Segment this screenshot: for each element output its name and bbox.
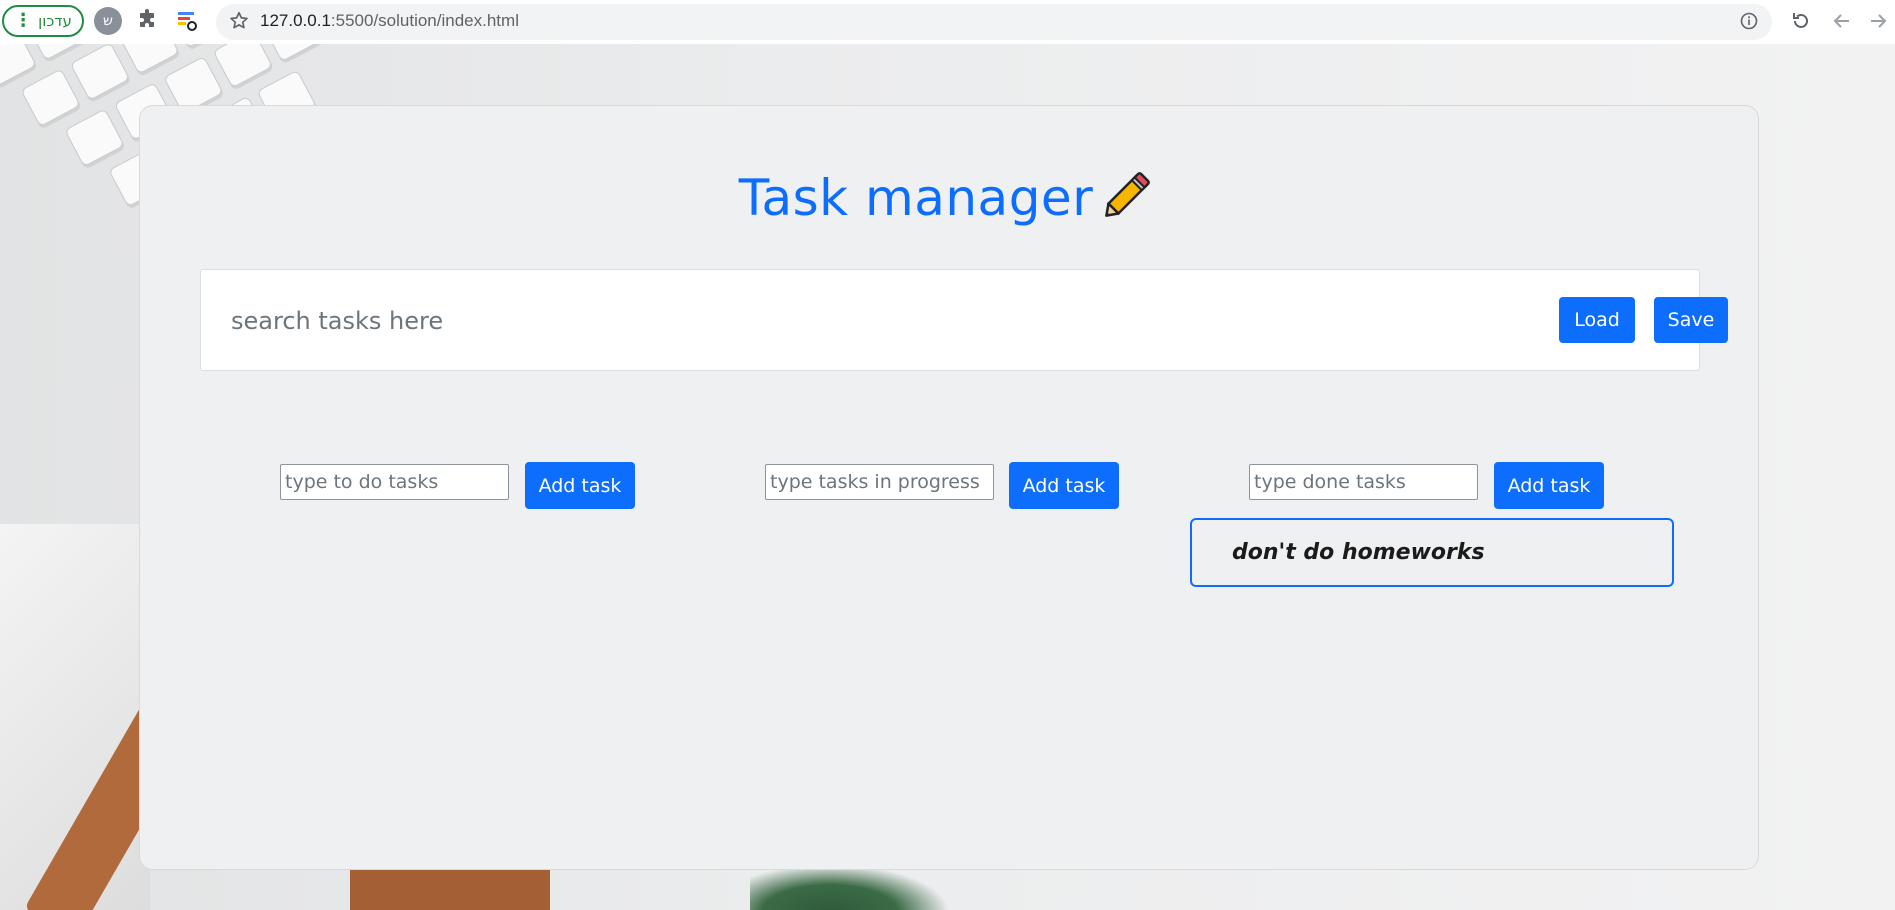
- update-label: עדכון: [38, 12, 72, 30]
- clipboard-bottom-decoration: [350, 864, 550, 910]
- update-button[interactable]: ⋮ עדכון: [2, 5, 84, 37]
- add-in-progress-button[interactable]: Add task: [1009, 462, 1119, 509]
- extension-icon[interactable]: [175, 9, 199, 33]
- search-bar: Load Save: [200, 269, 1728, 371]
- info-icon[interactable]: [1739, 11, 1759, 31]
- page-title: Task manager: [140, 161, 1760, 227]
- url-text: 127.0.0.1:5500/solution/index.html: [260, 11, 519, 31]
- search-input[interactable]: [231, 294, 1431, 348]
- todo-input[interactable]: [280, 464, 509, 500]
- done-input[interactable]: [1249, 464, 1478, 500]
- save-button[interactable]: Save: [1654, 297, 1728, 343]
- url-host: 127.0.0.1: [260, 11, 331, 30]
- url-path: :5500/solution/index.html: [330, 11, 519, 30]
- back-arrow-icon[interactable]: [1830, 9, 1854, 33]
- profile-avatar[interactable]: ש: [94, 7, 122, 35]
- puzzle-icon[interactable]: [135, 8, 159, 32]
- profile-initial: ש: [103, 13, 113, 29]
- star-icon[interactable]: [228, 10, 250, 32]
- task-manager-card: Task manager Load Save Add task Add task…: [139, 105, 1759, 870]
- in-progress-input[interactable]: [765, 464, 994, 500]
- done-task-item[interactable]: don't do homeworks: [1190, 518, 1674, 587]
- load-button[interactable]: Load: [1559, 297, 1635, 343]
- forward-arrow-icon[interactable]: [1866, 9, 1890, 33]
- add-todo-button[interactable]: Add task: [525, 462, 635, 509]
- pencil-icon: [1105, 172, 1151, 217]
- browser-toolbar: ⋮ עדכון ש 127.0.0.1:5500/solution/index.…: [0, 0, 1895, 44]
- plant-decoration: [750, 864, 950, 910]
- add-done-button[interactable]: Add task: [1494, 462, 1604, 509]
- reload-icon[interactable]: [1789, 9, 1813, 33]
- task-text: don't do homeworks: [1232, 540, 1485, 565]
- dots-vertical-icon: ⋮: [14, 10, 33, 31]
- page-title-text: Task manager: [738, 169, 1094, 227]
